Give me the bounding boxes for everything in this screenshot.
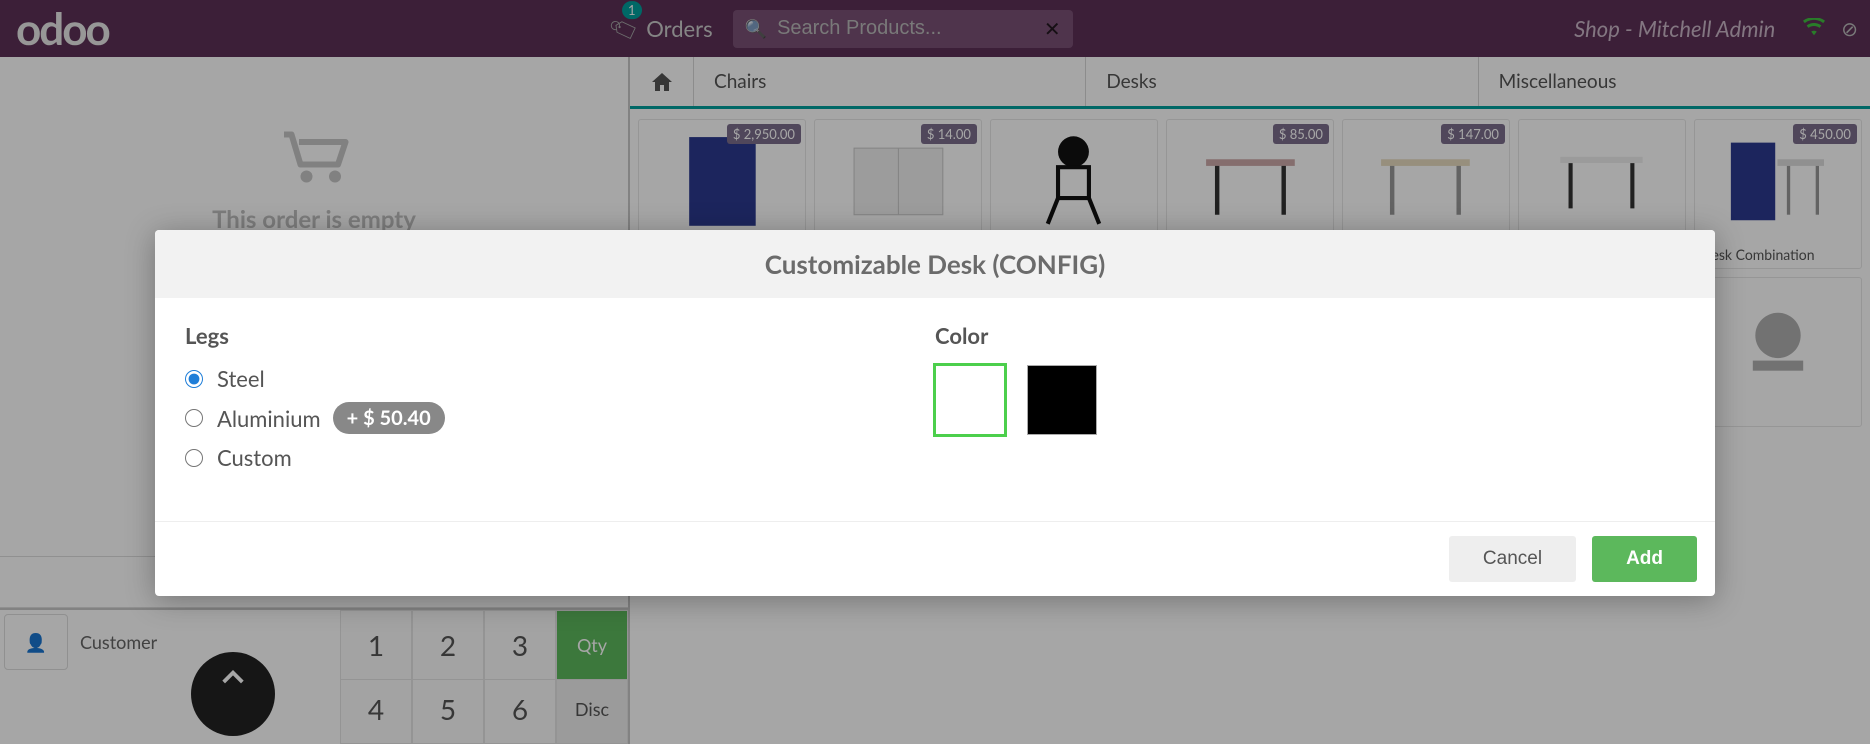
legs-radio-custom[interactable]: [185, 449, 203, 467]
legs-option-steel[interactable]: Steel: [185, 365, 935, 392]
modal-title: Customizable Desk (CONFIG): [155, 230, 1715, 298]
legs-heading: Legs: [185, 322, 935, 349]
color-swatch-black[interactable]: [1027, 365, 1097, 435]
cancel-button[interactable]: Cancel: [1449, 536, 1576, 582]
legs-radio-steel[interactable]: [185, 370, 203, 388]
legs-option-custom[interactable]: Custom: [185, 444, 935, 471]
aluminium-extra-cost: + $ 50.40: [333, 402, 445, 434]
color-heading: Color: [935, 322, 1685, 349]
add-button[interactable]: Add: [1592, 536, 1697, 582]
modal-overlay[interactable]: Customizable Desk (CONFIG) Legs Steel Al…: [0, 0, 1870, 744]
product-config-modal: Customizable Desk (CONFIG) Legs Steel Al…: [155, 230, 1715, 596]
legs-option-aluminium[interactable]: Aluminium + $ 50.40: [185, 402, 935, 434]
legs-radio-aluminium[interactable]: [185, 409, 203, 427]
legs-attribute: Legs Steel Aluminium + $ 50.40 Custom: [185, 322, 935, 481]
color-attribute: Color: [935, 322, 1685, 481]
color-swatch-white[interactable]: [935, 365, 1005, 435]
